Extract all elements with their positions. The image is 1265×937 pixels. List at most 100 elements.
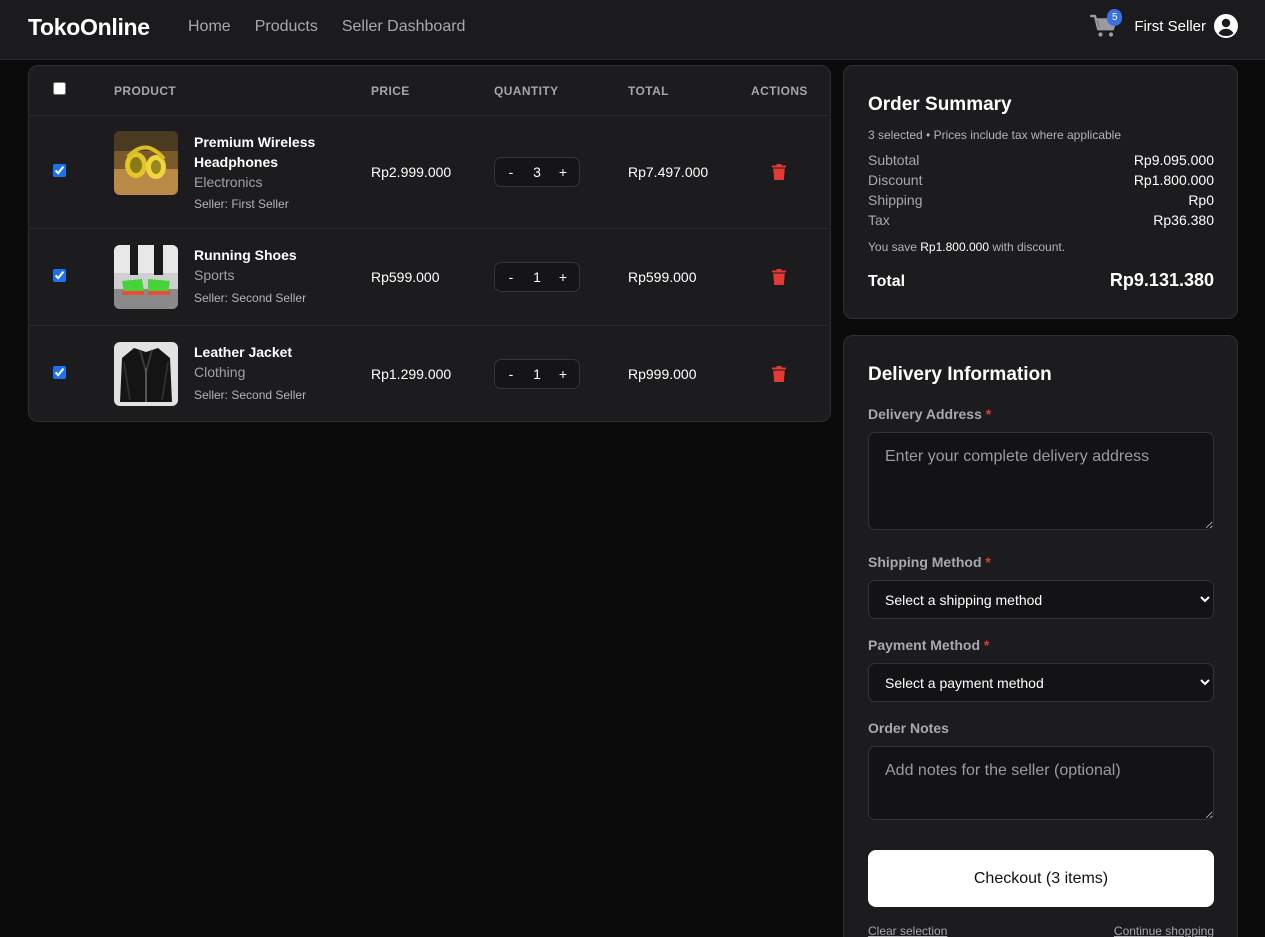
delivery-address-input[interactable] — [868, 432, 1214, 530]
row-checkbox[interactable] — [53, 269, 66, 282]
decrease-quantity-button[interactable]: - — [505, 164, 517, 180]
shipping-method-label-text: Shipping Method — [868, 554, 982, 570]
order-notes-input[interactable] — [868, 746, 1214, 820]
order-total-value: Rp9.131.380 — [1109, 270, 1214, 290]
footer-links: Clear selection Continue shopping — [868, 924, 1214, 937]
select-all-checkbox[interactable] — [53, 82, 66, 95]
product-seller: Seller: First Seller — [194, 197, 289, 211]
decrease-quantity-button[interactable]: - — [505, 366, 517, 382]
product-category: Electronics — [194, 174, 263, 190]
product-seller: Seller: Second Seller — [194, 388, 307, 402]
shipping-method-label: Shipping Method * — [868, 554, 991, 570]
summary-line-discount: Discount Rp1.800.000 — [868, 172, 1214, 188]
order-summary-card: Order Summary 3 selected • Prices includ… — [843, 65, 1238, 319]
summary-line-value: Rp1.800.000 — [1133, 172, 1214, 188]
delivery-title: Delivery Information — [868, 364, 1052, 385]
product-name[interactable]: Running Shoes — [194, 245, 344, 265]
summary-line-value: Rp36.380 — [1153, 212, 1214, 228]
increase-quantity-button[interactable]: + — [557, 164, 569, 180]
cart-button[interactable]: 5 — [1090, 9, 1123, 41]
required-mark: * — [985, 406, 992, 422]
brand-logo[interactable]: TokoOnline — [28, 14, 150, 41]
trash-icon[interactable] — [772, 269, 786, 285]
summary-line-value: Rp9.095.000 — [1133, 152, 1214, 168]
continue-shopping-link[interactable]: Continue shopping — [1114, 924, 1214, 937]
product-category: Sports — [194, 267, 235, 283]
product-name[interactable]: Premium Wireless Headphones — [194, 132, 344, 172]
required-mark: * — [983, 637, 990, 653]
savings-prefix: You save — [868, 240, 921, 254]
quantity-value: 1 — [533, 269, 541, 285]
order-total: Total Rp9.131.380 — [868, 270, 1214, 291]
nav-links: Home Products Seller Dashboard — [188, 18, 465, 36]
summary-line-tax: Tax Rp36.380 — [868, 212, 1214, 228]
user-circle-icon[interactable] — [1214, 14, 1238, 38]
product-seller: Seller: Second Seller — [194, 291, 307, 305]
order-summary-title: Order Summary — [868, 94, 1012, 115]
nav-right: 5 First Seller — [1090, 9, 1238, 41]
column-header-actions: ACTIONS — [751, 84, 808, 98]
table-row: Premium Wireless Headphones Electronics … — [29, 116, 830, 229]
navbar: TokoOnline Home Products Seller Dashboar… — [0, 0, 1265, 60]
column-header-total: TOTAL — [628, 84, 669, 98]
product-image-headphones[interactable] — [114, 131, 178, 195]
product-price: Rp1.299.000 — [371, 366, 452, 382]
summary-line-value: Rp0 — [1188, 192, 1214, 208]
product-price: Rp2.999.000 — [371, 164, 452, 180]
product-name[interactable]: Leather Jacket — [194, 342, 344, 362]
user-name[interactable]: First Seller — [1134, 18, 1206, 35]
savings-suffix: with discount. — [989, 240, 1066, 254]
order-summary-subtitle: 3 selected • Prices include tax where ap… — [868, 128, 1122, 142]
quantity-stepper: - 1 + — [494, 359, 580, 389]
increase-quantity-button[interactable]: + — [557, 269, 569, 285]
trash-icon[interactable] — [772, 366, 786, 382]
nav-link-seller-dashboard[interactable]: Seller Dashboard — [342, 18, 466, 36]
checkout-button[interactable]: Checkout (3 items) — [868, 850, 1214, 907]
quantity-value: 3 — [533, 164, 541, 180]
payment-method-label-text: Payment Method — [868, 637, 981, 653]
savings-note: You save Rp1.800.000 with discount. — [868, 240, 1065, 254]
table-header: PRODUCT PRICE QUANTITY TOTAL ACTIONS — [29, 66, 830, 116]
table-row: Running Shoes Sports Seller: Second Sell… — [29, 229, 830, 326]
column-header-product: PRODUCT — [114, 84, 177, 98]
order-notes-label: Order Notes — [868, 720, 949, 736]
product-image-running-shoes[interactable] — [114, 245, 178, 309]
summary-line-shipping: Shipping Rp0 — [868, 192, 1214, 208]
summary-line-label: Discount — [868, 172, 923, 188]
increase-quantity-button[interactable]: + — [557, 366, 569, 382]
payment-method-label: Payment Method * — [868, 637, 989, 653]
nav-link-home[interactable]: Home — [188, 18, 231, 36]
delivery-address-label-text: Delivery Address — [868, 406, 982, 422]
summary-line-label: Subtotal — [868, 152, 920, 168]
row-checkbox[interactable] — [53, 164, 66, 177]
row-total: Rp599.000 — [628, 269, 697, 285]
delivery-address-label: Delivery Address * — [868, 406, 991, 422]
product-image-leather-jacket[interactable] — [114, 342, 178, 406]
decrease-quantity-button[interactable]: - — [505, 269, 517, 285]
product-price: Rp599.000 — [371, 269, 440, 285]
column-header-price: PRICE — [371, 84, 410, 98]
required-mark: * — [985, 554, 991, 570]
cart-count-badge: 5 — [1107, 9, 1123, 26]
summary-line-label: Tax — [868, 212, 890, 228]
quantity-stepper: - 1 + — [494, 262, 580, 292]
cart-table: PRODUCT PRICE QUANTITY TOTAL ACTIONS Pre… — [28, 65, 831, 422]
trash-icon[interactable] — [772, 164, 786, 180]
clear-selection-link[interactable]: Clear selection — [868, 924, 947, 937]
order-total-label: Total — [868, 273, 906, 290]
row-total: Rp999.000 — [628, 366, 697, 382]
column-header-quantity: QUANTITY — [494, 84, 559, 98]
summary-line-label: Shipping — [868, 192, 923, 208]
payment-method-select[interactable]: Select a payment method — [868, 663, 1214, 702]
summary-line-subtotal: Subtotal Rp9.095.000 — [868, 152, 1214, 168]
quantity-stepper: - 3 + — [494, 157, 580, 187]
row-checkbox[interactable] — [53, 366, 66, 379]
table-row: Leather Jacket Clothing Seller: Second S… — [29, 326, 830, 421]
quantity-value: 1 — [533, 366, 541, 382]
savings-amount: Rp1.800.000 — [920, 240, 989, 254]
product-category: Clothing — [194, 364, 246, 380]
shipping-method-select[interactable]: Select a shipping method — [868, 580, 1214, 619]
nav-link-products[interactable]: Products — [255, 18, 318, 36]
delivery-card: Delivery Information Delivery Address * … — [843, 335, 1238, 937]
row-total: Rp7.497.000 — [628, 164, 709, 180]
